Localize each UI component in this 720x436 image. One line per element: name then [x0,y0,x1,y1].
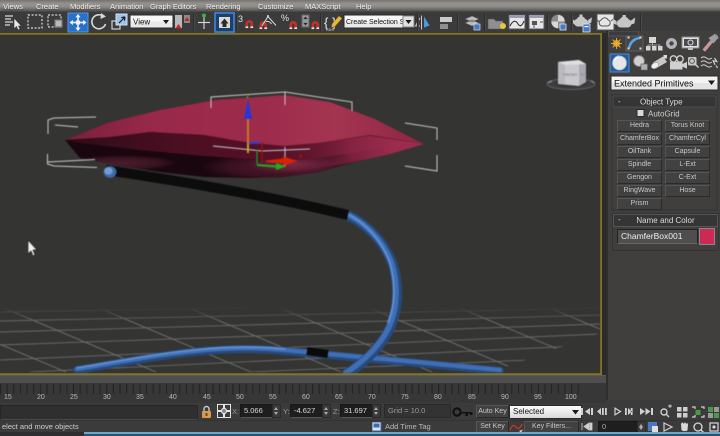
svg-text:-: - [618,97,621,106]
svg-text:Extended Primitives: Extended Primitives [614,79,694,89]
svg-text:3: 3 [238,14,243,24]
svg-text:z: z [246,93,249,100]
svg-text:Create Selection Se: Create Selection Se [346,19,408,26]
svg-text:RIG: RIG [581,73,588,77]
svg-text:Object Type: Object Type [640,98,683,107]
svg-text:AutoGrid: AutoGrid [648,110,680,119]
svg-text:View: View [133,18,150,27]
svg-text:%: % [281,13,289,23]
svg-text:FRONT: FRONT [564,72,578,77]
svg-text:ABC: ABC [326,27,334,32]
